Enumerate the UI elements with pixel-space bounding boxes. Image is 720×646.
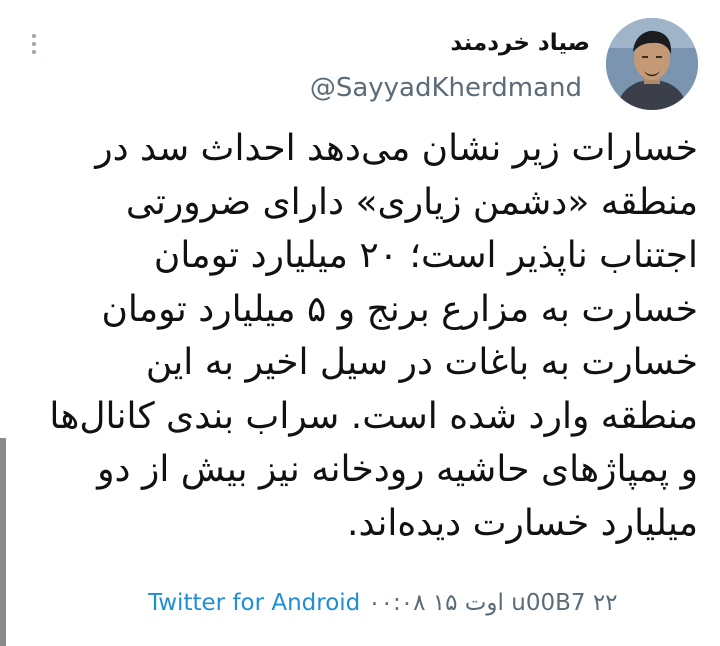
source-link[interactable]: Twitter for Android — [148, 590, 360, 616]
tweet-date[interactable]: u00B7 ۲۲ اوت ۱۵ ۰۰:۰۸ — [368, 590, 617, 616]
avatar[interactable] — [606, 18, 698, 110]
left-edge-bar — [0, 438, 6, 646]
tweet-text: خسارات زیر نشان می‌دهد احداث سد در منطقه… — [49, 128, 698, 544]
display-name[interactable]: صیاد خردمند — [450, 30, 590, 56]
handle[interactable]: @SayyadKherdmand — [310, 73, 582, 103]
tweet-meta: Twitter for Android u00B7 ۲۲ اوت ۱۵ ۰۰:۰… — [148, 590, 618, 616]
more-options-icon[interactable] — [28, 34, 40, 54]
